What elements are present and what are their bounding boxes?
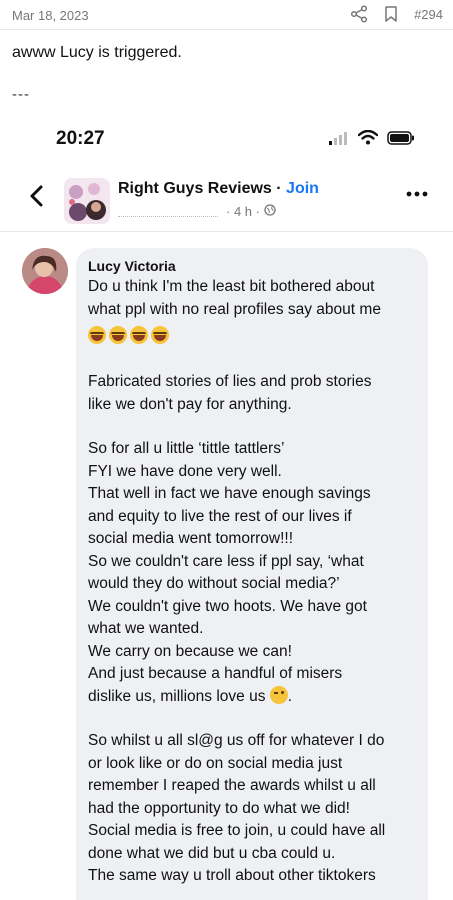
join-link[interactable]: Join	[286, 180, 319, 197]
comment-line: Fabricated stories of lies and prob stor…	[88, 373, 372, 390]
commenter-name[interactable]: Lucy Victoria	[88, 258, 416, 274]
battery-icon	[387, 130, 415, 150]
status-icons	[329, 129, 415, 150]
comment-line: The same way u troll about other tiktoke…	[88, 867, 376, 884]
commenter-avatar[interactable]	[22, 248, 68, 294]
comment-line: would they do without social media?’	[88, 575, 340, 592]
comment-line-text: dislike us, millions love us	[88, 687, 266, 705]
signal-icon	[329, 131, 349, 150]
comment-line: Do u think I'm the least bit bothered ab…	[88, 278, 375, 295]
laughing-emoji-icon	[151, 326, 169, 344]
comment-line: remember I reaped the awards whilst u al…	[88, 777, 376, 794]
comment-line: like we don't pay for anything.	[88, 395, 292, 413]
post-date: Mar 18, 2023	[12, 8, 89, 23]
comment-line: That well in fact we have enough savings	[88, 485, 371, 502]
comment-line: FYI we have done very well.	[88, 462, 282, 480]
comment-line: or look like or do on social media just	[88, 754, 343, 772]
wifi-icon	[357, 129, 379, 150]
comment-line: what ppl with no real profiles say about…	[88, 300, 381, 318]
comment-line: what we wanted.	[88, 620, 204, 637]
comment-line: We carry on because we can!	[88, 642, 292, 660]
group-meta: · 4 h ·	[118, 204, 276, 219]
comment-line: And just because a handful of misers	[88, 665, 343, 682]
group-name-separator: ·	[271, 180, 287, 197]
group-name-text[interactable]: Right Guys Reviews	[118, 180, 272, 197]
group-name[interactable]: Right Guys Reviews · Join	[118, 180, 319, 198]
more-icon[interactable]	[405, 186, 429, 197]
embedded-screenshot: 20:27 Right Guys Reviews · Join · 4 h ·	[0, 118, 453, 900]
post-age: · 4 h ·	[226, 204, 260, 219]
laughing-emoji-icon	[130, 326, 148, 344]
comment-line: social media went tomorrow!!!	[88, 530, 294, 547]
comment-line-with-emoji: dislike us, millions love us .	[88, 685, 416, 709]
post-header: Mar 18, 2023 #294	[0, 0, 453, 30]
laughing-emoji-icon	[109, 326, 127, 344]
comment-line: Social media is free to join, u could ha…	[88, 822, 386, 839]
post-actions: #294	[350, 5, 443, 23]
status-time: 20:27	[56, 128, 105, 149]
group-post-header: Right Guys Reviews · Join · 4 h ·	[0, 172, 453, 232]
comment-line: done what we did but u cba could u.	[88, 844, 336, 862]
wink-emoji-icon	[269, 685, 288, 704]
comment-line: So whilst u all sl@g us off for whatever…	[88, 732, 385, 749]
comment-line: We couldn't give two hoots. We have got	[88, 597, 367, 615]
laughing-emoji-row	[88, 321, 416, 349]
blurred-author	[118, 207, 218, 217]
back-icon[interactable]	[28, 184, 46, 208]
comment-line: So we couldn't care less if ppl say, ‘wh…	[88, 552, 364, 570]
post-separator: ---	[12, 86, 30, 103]
post-number: #294	[414, 6, 443, 22]
comment-line-suffix: .	[287, 687, 293, 705]
bookmark-icon[interactable]	[382, 5, 400, 23]
share-icon[interactable]	[350, 5, 368, 23]
comment-line: had the opportunity to do what we did!	[88, 799, 350, 817]
comment-line: So for all u little ‘tittle tattlers’	[88, 440, 285, 457]
comment-line: and equity to live the rest of our lives…	[88, 507, 352, 525]
laughing-emoji-icon	[88, 326, 106, 344]
group-avatar[interactable]	[64, 178, 110, 224]
globe-icon	[264, 204, 276, 219]
post-text: awww Lucy is triggered.	[12, 44, 182, 61]
comment-bubble: Lucy Victoria Do u think I'm the least b…	[76, 248, 428, 900]
